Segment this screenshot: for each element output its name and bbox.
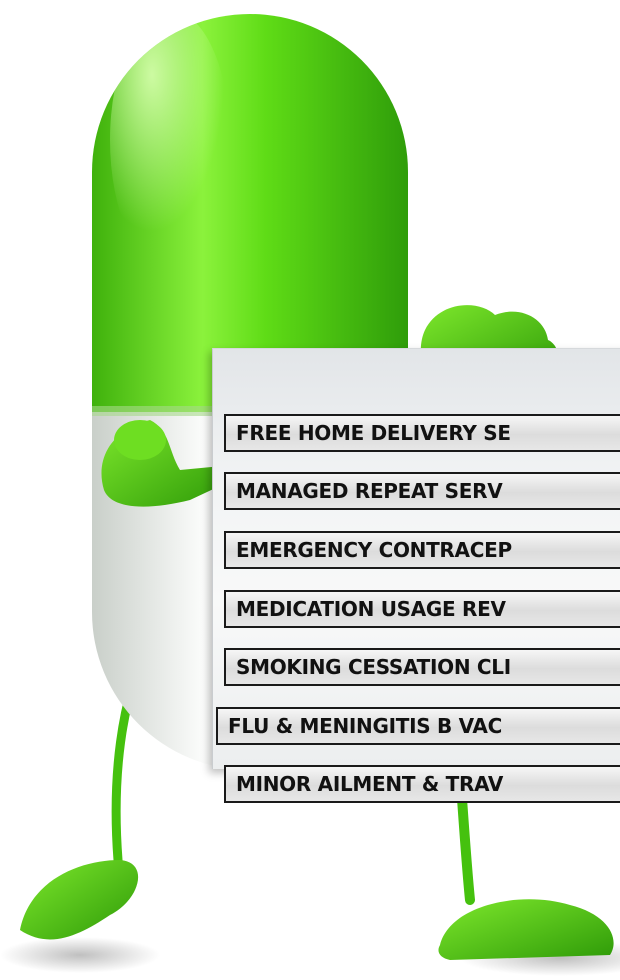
service-smoking-cessation: SMOKING CESSATION CLI [224, 648, 620, 686]
left-foot [20, 860, 139, 940]
floor-shadow [0, 937, 160, 973]
service-free-home-delivery: FREE HOME DELIVERY SE [224, 414, 620, 452]
service-managed-repeat: MANAGED REPEAT SERV [224, 472, 620, 510]
service-flu-meningitis-vaccination: FLU & MENINGITIS B VAC [216, 707, 620, 745]
service-medication-usage-review: MEDICATION USAGE REV [224, 590, 620, 628]
service-emergency-contraception: EMERGENCY CONTRACEP [224, 531, 620, 569]
left-hand [114, 420, 166, 460]
service-minor-ailment-travel: MINOR AILMENT & TRAV [224, 765, 620, 803]
right-foot [438, 899, 614, 960]
